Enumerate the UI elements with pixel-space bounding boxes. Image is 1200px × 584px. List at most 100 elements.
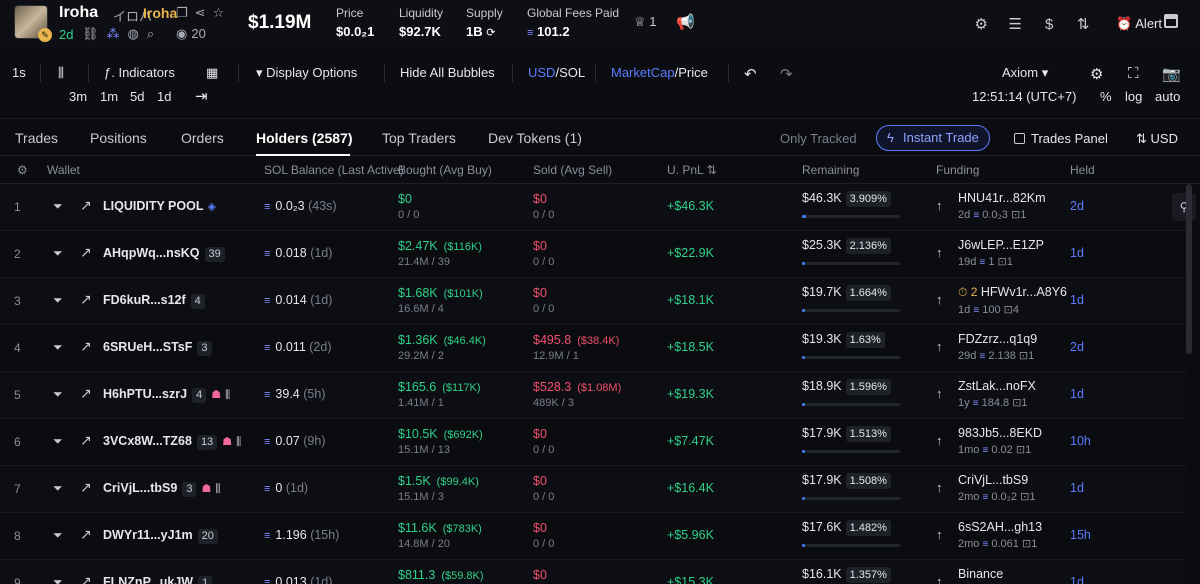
undo-icon[interactable]: ↶ xyxy=(744,65,757,83)
wallet-address[interactable]: LIQUIDITY POOL ◈ xyxy=(103,199,216,213)
col-bought[interactable]: Bought (Avg Buy) xyxy=(398,163,492,177)
timeframe-1d[interactable]: 1d xyxy=(157,89,171,104)
external-link-icon[interactable]: ↗ xyxy=(80,385,92,402)
tab-dev-tokens[interactable]: Dev Tokens (1) xyxy=(488,130,582,146)
filter-icon[interactable]: ⏷ xyxy=(53,575,63,584)
layout-panel-icon[interactable] xyxy=(1164,14,1178,28)
marketcap-price-toggle[interactable]: MarketCap/Price xyxy=(611,65,708,80)
funding-cell[interactable]: 6sS2AH...gh13 2mo ≡ 0.061 ⊡1 xyxy=(958,520,1042,550)
alert-button[interactable]: ⏰ Alert xyxy=(1116,16,1162,32)
external-link-icon[interactable]: ↗ xyxy=(80,526,92,543)
date-range-icon[interactable]: ⇥ xyxy=(195,87,208,105)
link-chain-icon[interactable]: ⛓ xyxy=(82,26,99,42)
funding-cell[interactable]: FDZzrz...q1q9 29d ≡ 2.138 ⊡1 xyxy=(958,332,1037,362)
tab-trades[interactable]: Trades xyxy=(15,130,58,146)
table-row[interactable]: 6 ⏷ ↗ 3VCx8W...TZ68 13 ☗ ⫼ ≡ 0.07 (9h) $10.5K ($69… xyxy=(0,419,1186,466)
chart-settings-icon[interactable]: ⚙ xyxy=(1090,65,1103,83)
settings-gear-icon[interactable]: ⚙ xyxy=(964,15,998,33)
col-sol-balance[interactable]: SOL Balance (Last Active) xyxy=(264,163,404,177)
wallet-address[interactable]: 6SRUeH...STsF 3 xyxy=(103,340,212,356)
external-link-icon[interactable]: ↗ xyxy=(80,432,92,449)
funding-cell[interactable]: Binance xyxy=(958,567,1003,581)
funding-cell[interactable]: CriVjL...tbS9 2mo ≡ 0.0₂2 ⊡1 xyxy=(958,473,1035,503)
layout-grid-icon[interactable]: ▦ xyxy=(206,65,218,81)
search-icon[interactable]: ⌕ xyxy=(147,26,154,42)
filter-icon[interactable]: ⏷ xyxy=(53,528,63,543)
copy-icon[interactable]: ❐ xyxy=(176,5,188,21)
filter-icon[interactable]: ⏷ xyxy=(53,340,63,355)
table-row[interactable]: 2 ⏷ ↗ AHqpWq...nsKQ 39 ≡ 0.018 (1d) $2.47K ($116… xyxy=(0,231,1186,278)
usd-sol-toggle[interactable]: USD/SOL xyxy=(528,65,585,80)
log-toggle[interactable]: log xyxy=(1125,89,1142,104)
redo-icon[interactable]: ↷ xyxy=(780,65,793,83)
table-row[interactable]: 3 ⏷ ↗ FD6kuR...s12f 4 ≡ 0.014 (1d) $1.68K ($101K… xyxy=(0,278,1186,325)
table-row[interactable]: 1 ⏷ ↗ LIQUIDITY POOL ◈ ≡ 0.0₂3 (43s) $0 0 / 0 $0 0… xyxy=(0,184,1186,231)
crown-count[interactable]: ♕ 1 xyxy=(634,14,657,30)
col-upnl[interactable]: U. PnL ⇅ xyxy=(667,163,717,177)
only-tracked-toggle[interactable]: Only Tracked xyxy=(780,131,857,146)
community-icon[interactable]: ⁂ xyxy=(107,26,120,42)
table-settings-icon[interactable]: ⚙ xyxy=(17,163,28,177)
funding-cell[interactable]: 983Jb5...8EKD 1mo ≡ 0.02 ⊡1 xyxy=(958,426,1042,456)
table-row[interactable]: 8 ⏷ ↗ DWYr11...yJ1m 20 ≡ 1.196 (15h) $11.6K ($78… xyxy=(0,513,1186,560)
tab-top-traders[interactable]: Top Traders xyxy=(382,130,456,146)
funding-cell[interactable]: ZstLak...noFX 1y ≡ 184.8 ⊡1 xyxy=(958,379,1036,409)
funding-cell[interactable]: J6wLEP...E1ZP 19d ≡ 1 ⊡1 xyxy=(958,238,1044,268)
swap-arrows-icon[interactable]: ⇅ xyxy=(1066,15,1100,33)
tab-positions[interactable]: Positions xyxy=(90,130,147,146)
wallet-address[interactable]: H6hPTU...szrJ 4 ☗ ⫼ xyxy=(103,387,230,403)
filter-icon[interactable]: ⏷ xyxy=(53,199,63,214)
external-link-icon[interactable]: ↗ xyxy=(80,244,92,261)
funding-cell[interactable]: ⏱ 2 HFWv1r...A8Y6 1d ≡ 100 ⊡4 xyxy=(958,285,1067,316)
timeframe-1m[interactable]: 1m xyxy=(100,89,118,104)
funding-cell[interactable]: HNU41r...82Km 2d ≡ 0.0₂3 ⊡1 xyxy=(958,191,1046,221)
display-options-button[interactable]: ▾ Display Options xyxy=(256,65,357,81)
camera-icon[interactable]: 📷 xyxy=(1162,65,1181,83)
col-sold[interactable]: Sold (Avg Sell) xyxy=(533,163,612,177)
indicators-button[interactable]: ƒ. Indicators xyxy=(104,65,175,80)
table-row[interactable]: 7 ⏷ ↗ CriVjL...tbS9 3 ☗ ⫼ ≡ 0 (1d) $1.5K ($99.4K) 1… xyxy=(0,466,1186,513)
percent-toggle[interactable]: % xyxy=(1100,89,1112,104)
candle-type-icon[interactable]: ⫼ xyxy=(58,65,64,81)
wallet-address[interactable]: CriVjL...tbS9 3 ☗ ⫼ xyxy=(103,481,220,497)
col-remaining[interactable]: Remaining xyxy=(802,163,859,177)
tab-holders[interactable]: Holders (2587) xyxy=(256,130,352,146)
external-link-icon[interactable]: ↗ xyxy=(80,291,92,308)
filter-icon[interactable]: ⏷ xyxy=(53,246,63,261)
wallet-address[interactable]: AHqpWq...nsKQ 39 xyxy=(103,246,225,262)
globe-icon[interactable]: ◍ xyxy=(128,26,139,42)
external-link-icon[interactable]: ↗ xyxy=(80,197,92,214)
table-row[interactable]: 4 ⏷ ↗ 6SRUeH...STsF 3 ≡ 0.011 (2d) $1.36K ($46.4… xyxy=(0,325,1186,372)
fullscreen-icon[interactable]: ⛶ xyxy=(1128,65,1139,82)
list-settings-icon[interactable]: ☰ xyxy=(998,15,1032,33)
wallet-address[interactable]: 3VCx8W...TZ68 13 ☗ ⫼ xyxy=(103,434,241,450)
instant-trade-button[interactable]: ϟ Instant Trade xyxy=(876,125,990,151)
tab-orders[interactable]: Orders xyxy=(181,130,224,146)
interval-select[interactable]: 1s xyxy=(12,65,26,80)
external-link-icon[interactable]: ↗ xyxy=(80,479,92,496)
dollar-icon[interactable]: $ xyxy=(1032,16,1066,33)
timeframe-3m[interactable]: 3m xyxy=(69,89,87,104)
auto-toggle[interactable]: auto xyxy=(1155,89,1180,104)
filter-icon[interactable]: ⏷ xyxy=(53,481,63,496)
wallet-address[interactable]: FD6kuR...s12f 4 xyxy=(103,293,205,309)
currency-toggle[interactable]: ⇅ USD xyxy=(1136,131,1178,147)
table-row[interactable]: 9 ⏷ ↗ FLNZnP...ukJW 1 ≡ 0.013 (1d) $811.3 ($59.8… xyxy=(0,560,1186,584)
hide-bubbles-button[interactable]: Hide All Bubbles xyxy=(400,65,495,80)
star-icon[interactable]: ☆ xyxy=(213,5,225,21)
share-icon[interactable]: ⋖ xyxy=(195,5,206,21)
filter-icon[interactable]: ⏷ xyxy=(53,434,63,449)
axiom-select[interactable]: Axiom ▾ xyxy=(1002,65,1048,81)
filter-icon[interactable]: ⏷ xyxy=(53,293,63,308)
timeframe-5d[interactable]: 5d xyxy=(130,89,144,104)
col-held[interactable]: Held xyxy=(1070,163,1095,177)
trades-panel-toggle[interactable]: Trades Panel xyxy=(1014,131,1108,146)
side-tool-icon[interactable]: ⚲ xyxy=(1172,193,1196,221)
megaphone-icon[interactable]: 📢 xyxy=(676,13,695,31)
external-link-icon[interactable]: ↗ xyxy=(80,338,92,355)
wallet-address[interactable]: FLNZnP...ukJW 1 xyxy=(103,575,213,584)
filter-icon[interactable]: ⏷ xyxy=(53,387,63,402)
table-row[interactable]: 5 ⏷ ↗ H6hPTU...szrJ 4 ☗ ⫼ ≡ 39.4 (5h) $165.6 ($117… xyxy=(0,372,1186,419)
wallet-address[interactable]: DWYr11...yJ1m 20 xyxy=(103,528,218,544)
external-link-icon[interactable]: ↗ xyxy=(80,573,92,584)
